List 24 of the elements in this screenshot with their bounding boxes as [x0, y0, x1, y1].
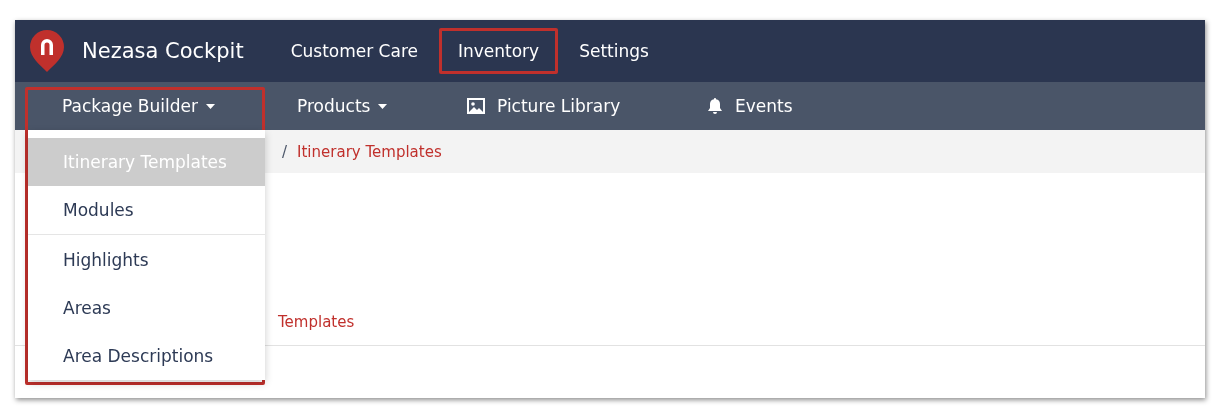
nav-link[interactable]: Picture Library [467, 96, 707, 116]
app-name: Nezasa Cockpit [82, 39, 244, 63]
nav-label: Products [297, 96, 371, 116]
image-icon [467, 98, 485, 114]
menu-item[interactable]: Highlights [28, 236, 265, 284]
nav-label: Picture Library [497, 96, 621, 116]
menu-item[interactable]: Modules [28, 186, 265, 234]
nav-link[interactable]: Customer Care [271, 28, 437, 74]
bell-icon [707, 97, 723, 115]
nav-label: Package Builder [62, 96, 198, 116]
breadcrumb-item: Itinerary Templates [297, 142, 442, 161]
nav-link[interactable]: Settings [560, 28, 668, 74]
nav-link[interactable]: Inventory [438, 28, 559, 74]
nav-link[interactable]: Package Builder [62, 96, 297, 116]
logo-icon [30, 30, 64, 72]
nav-label: Events [735, 96, 793, 116]
menu-item[interactable]: Areas [28, 284, 265, 332]
templates-link[interactable]: Templates [278, 313, 355, 331]
nav-link[interactable]: Events [707, 96, 827, 116]
caret-icon [378, 103, 388, 109]
breadcrumb-separator: / [282, 142, 288, 161]
nav-link[interactable]: Products [297, 96, 467, 116]
menu-item[interactable]: Area Descriptions [28, 332, 265, 380]
caret-icon [206, 103, 215, 109]
